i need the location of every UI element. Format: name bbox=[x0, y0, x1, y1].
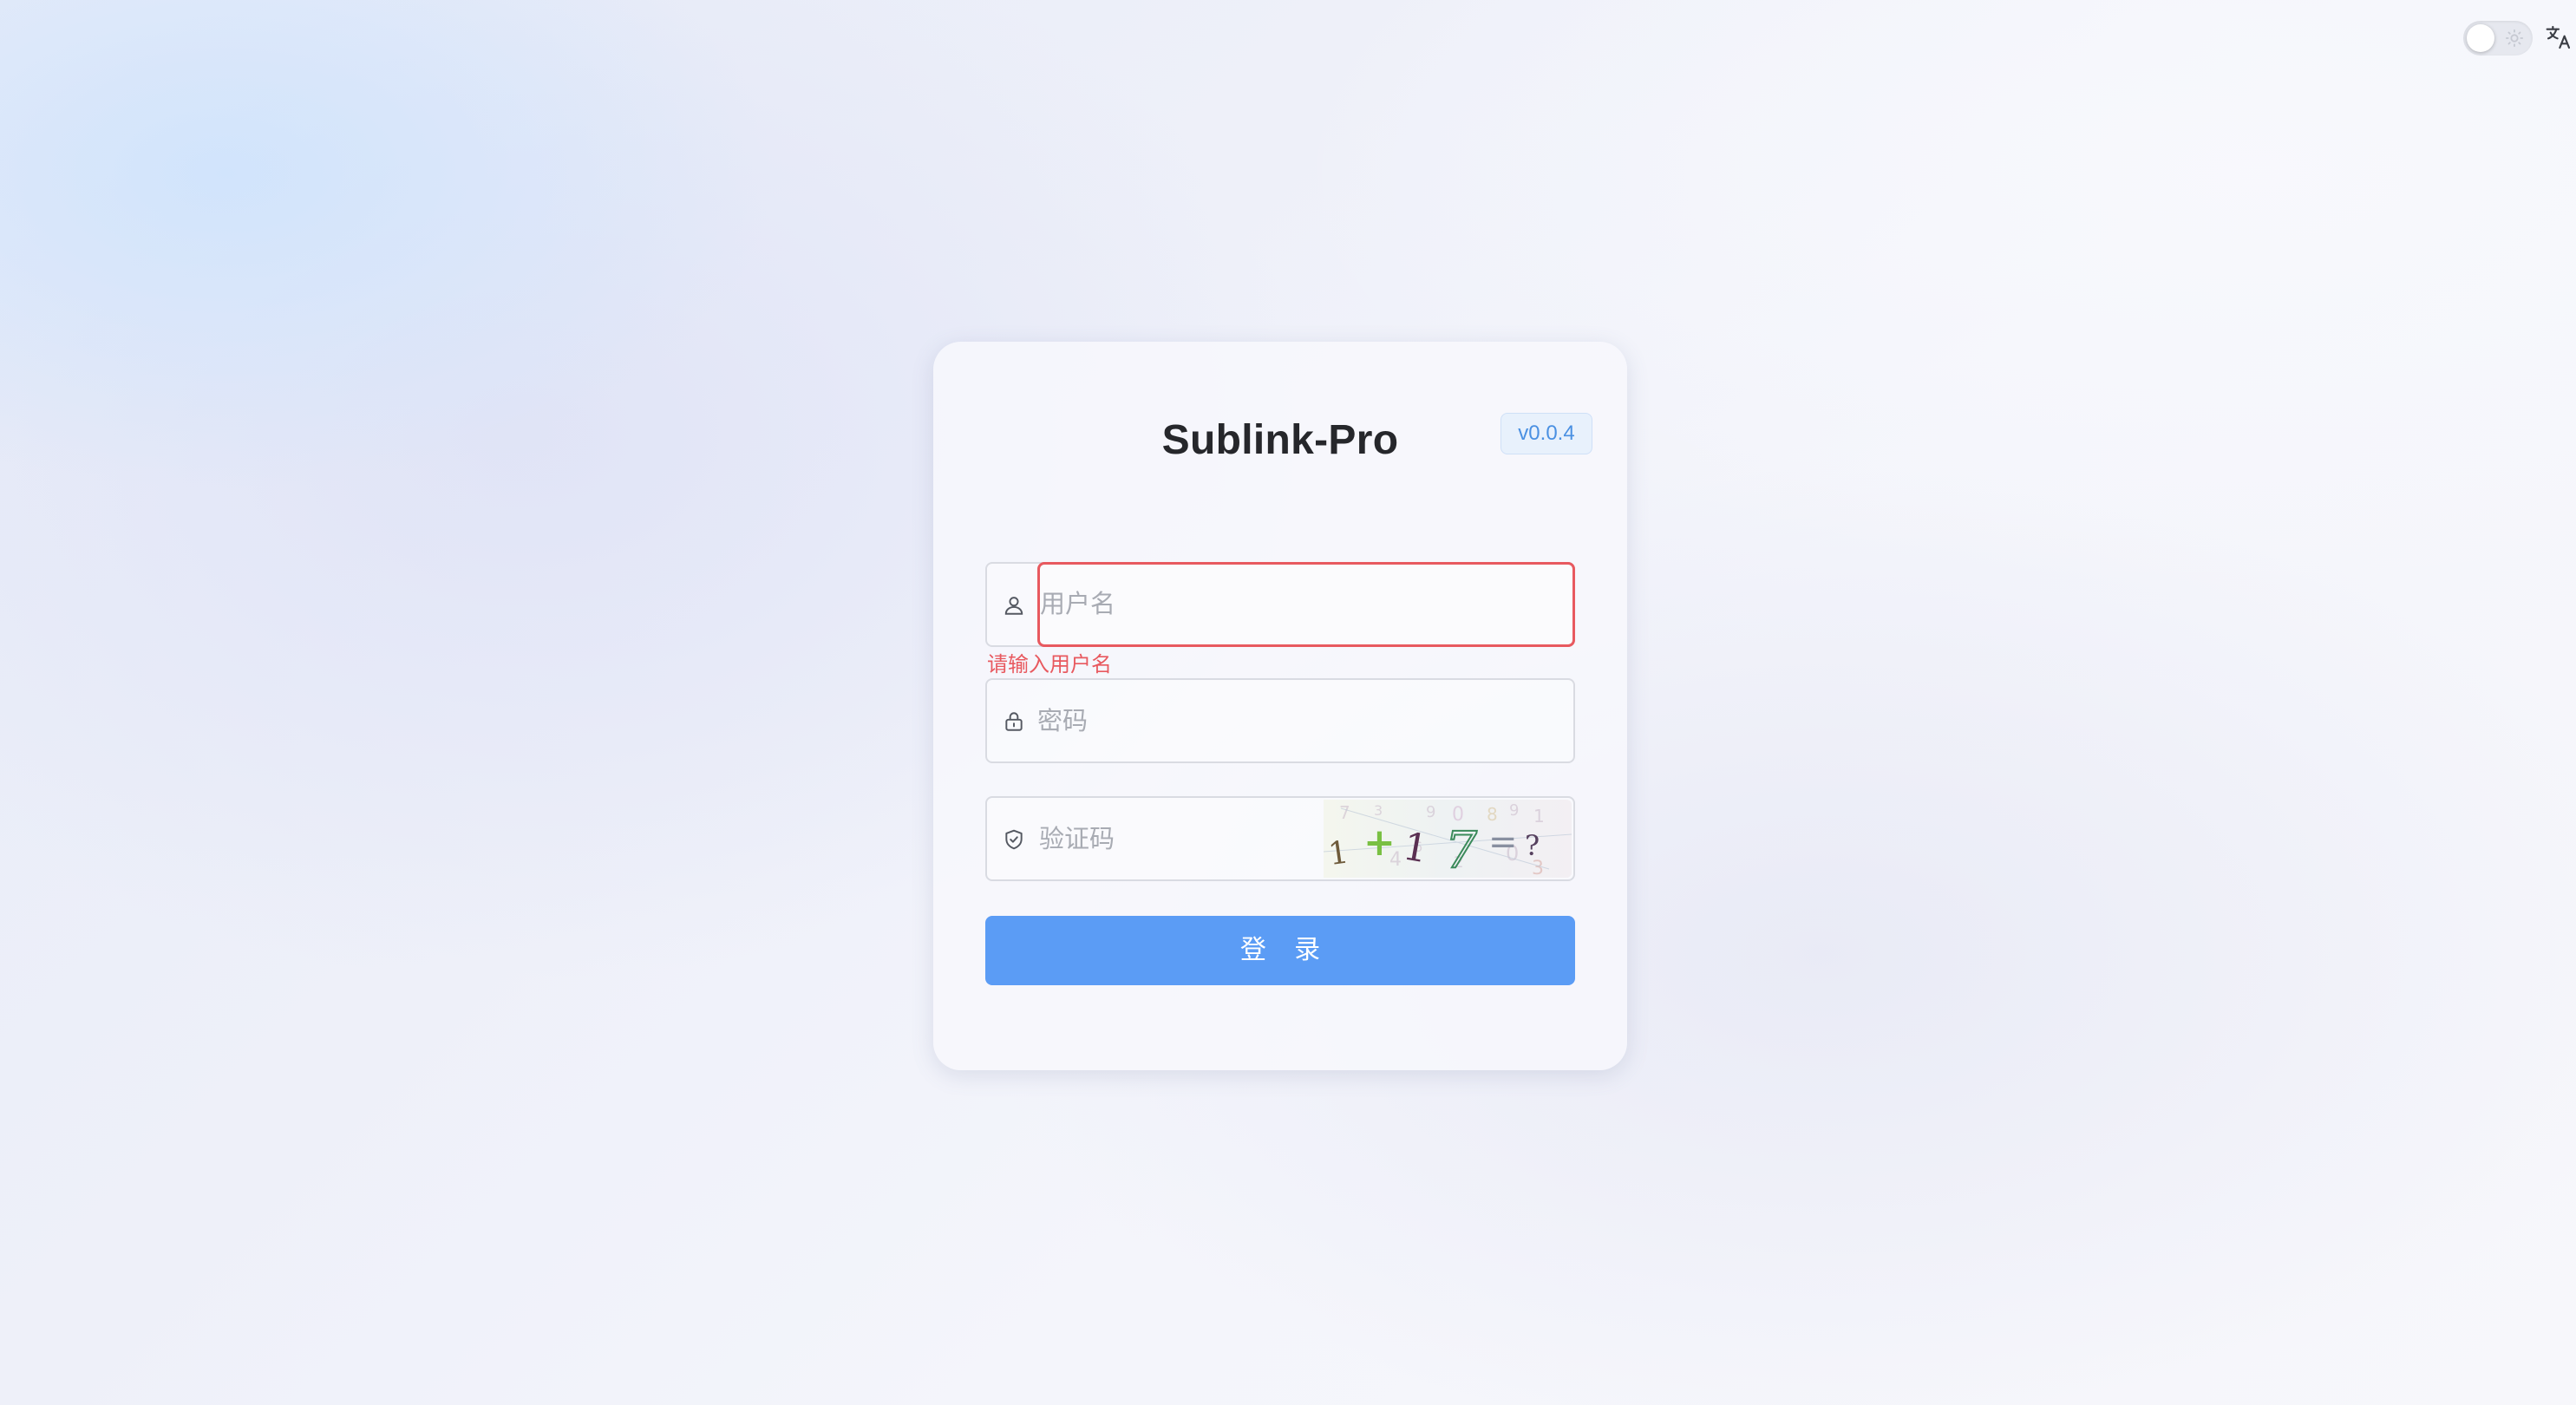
svg-text:1: 1 bbox=[1400, 824, 1431, 872]
password-input[interactable] bbox=[1037, 702, 1558, 741]
version-badge: v0.0.4 bbox=[1500, 413, 1592, 454]
captcha-input[interactable] bbox=[1039, 820, 1299, 859]
svg-text:7: 7 bbox=[1339, 802, 1350, 823]
svg-text:9: 9 bbox=[1426, 803, 1435, 821]
svg-text:1: 1 bbox=[1326, 834, 1350, 872]
svg-text:?: ? bbox=[1525, 829, 1540, 862]
svg-text:7: 7 bbox=[1445, 820, 1477, 878]
captcha-image[interactable]: 7 3 9 0 8 9 1 4 2 0 3 6 1 + 1 7 = ? bbox=[1324, 800, 1572, 878]
user-icon bbox=[1004, 597, 1023, 615]
theme-toggle[interactable] bbox=[2463, 21, 2533, 56]
captcha-field: 7 3 9 0 8 9 1 4 2 0 3 6 bbox=[985, 796, 1575, 881]
username-input-box bbox=[1037, 562, 1575, 647]
username-input[interactable] bbox=[1040, 585, 1560, 624]
shield-icon bbox=[1005, 829, 1023, 850]
svg-text:+: + bbox=[1363, 820, 1396, 865]
login-button[interactable]: 登 录 bbox=[985, 916, 1575, 985]
username-error: 请输入用户名 bbox=[987, 653, 1112, 676]
captcha-graphic: 7 3 9 0 8 9 1 4 2 0 3 6 1 + 1 7 = ? bbox=[1324, 801, 1572, 878]
sun-icon bbox=[2505, 29, 2524, 48]
svg-text:=: = bbox=[1488, 822, 1518, 862]
theme-toggle-knob bbox=[2467, 24, 2494, 52]
password-field bbox=[985, 678, 1575, 763]
translate-icon[interactable] bbox=[2545, 23, 2573, 52]
login-card: Sublink-Pro v0.0.4 请输入用户名 bbox=[933, 342, 1627, 1070]
lock-icon bbox=[1005, 712, 1023, 731]
svg-text:3: 3 bbox=[1374, 802, 1383, 819]
username-field bbox=[985, 562, 1575, 647]
svg-text:9: 9 bbox=[1509, 801, 1519, 820]
svg-text:1: 1 bbox=[1533, 806, 1545, 827]
